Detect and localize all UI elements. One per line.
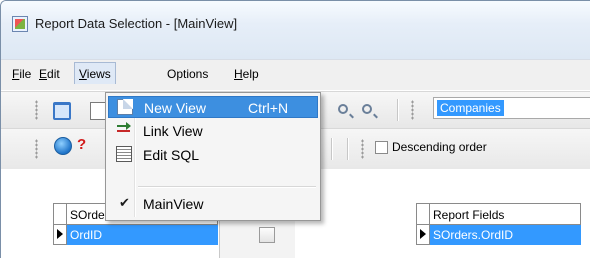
help-icon[interactable]: ?	[77, 136, 86, 153]
window-title: Report Data Selection - [MainView]	[35, 16, 238, 31]
report-data-selection-window: Report Data Selection - [MainView] File …	[0, 0, 590, 258]
menu-item-shortcut: Ctrl+N	[248, 100, 289, 116]
edit-sql-icon	[116, 146, 132, 162]
menu-help[interactable]: Help	[234, 67, 259, 81]
toolbar-grip[interactable]	[35, 100, 38, 120]
menu-item-label: New View	[144, 100, 206, 116]
menu-file[interactable]: File	[12, 67, 31, 81]
menu-item-label: MainView	[143, 196, 204, 212]
report-fields-header[interactable]: Report Fields	[429, 203, 581, 225]
menu-item-link-view[interactable]: Link View	[108, 120, 318, 142]
toolbar-separator	[331, 138, 333, 160]
row-checkbox[interactable]	[259, 227, 275, 243]
menu-options[interactable]: Options	[167, 67, 208, 81]
zoom-in-button[interactable]	[338, 104, 354, 120]
globe-icon[interactable]	[54, 137, 72, 155]
title-bar: Report Data Selection - [MainView]	[1, 1, 590, 59]
report-fields-row[interactable]: SOrders.OrdID	[430, 225, 581, 245]
zoom-out-button[interactable]	[362, 104, 378, 120]
zoom-in-icon	[338, 104, 348, 114]
checkmark-icon: ✔	[119, 195, 130, 210]
descending-order-label: Descending order	[392, 140, 487, 154]
sorders-row-ordid[interactable]: OrdID	[67, 225, 218, 245]
new-view-icon	[117, 99, 133, 115]
app-icon	[12, 16, 28, 32]
menu-edit[interactable]: Edit	[39, 67, 60, 81]
menu-item-new-view[interactable]: New View Ctrl+N	[108, 96, 318, 118]
menu-item-edit-sql[interactable]: Edit SQL	[108, 144, 318, 166]
toolbar-grip[interactable]	[411, 100, 414, 120]
menu-separator	[138, 186, 316, 188]
menu-item-mainview[interactable]: ✔ MainView	[108, 193, 318, 215]
toolbar-separator	[397, 99, 399, 121]
descending-order-checkbox[interactable]	[375, 141, 388, 154]
link-view-icon	[116, 122, 132, 138]
toolbar-separator	[347, 138, 349, 160]
menu-bar: File Edit Views Options Help	[1, 59, 590, 90]
upload-icon[interactable]	[53, 102, 71, 120]
row-indicator-icon	[53, 225, 67, 245]
toolbar-grip[interactable]	[35, 139, 38, 159]
menu-item-label: Edit SQL	[143, 147, 200, 163]
views-dropdown-menu: New View Ctrl+N Link View Edit SQL ✔ Mai…	[105, 92, 321, 221]
table-corner	[416, 203, 430, 225]
table-combo[interactable]: Companies	[433, 97, 590, 119]
zoom-out-icon	[362, 104, 372, 114]
menu-item-label: Link View	[143, 123, 203, 139]
table-corner	[53, 203, 67, 225]
menu-views[interactable]: Views	[74, 62, 116, 84]
combo-selected-value: Companies	[437, 100, 504, 116]
toolbar-grip[interactable]	[361, 139, 364, 159]
row-indicator-icon	[416, 225, 430, 245]
